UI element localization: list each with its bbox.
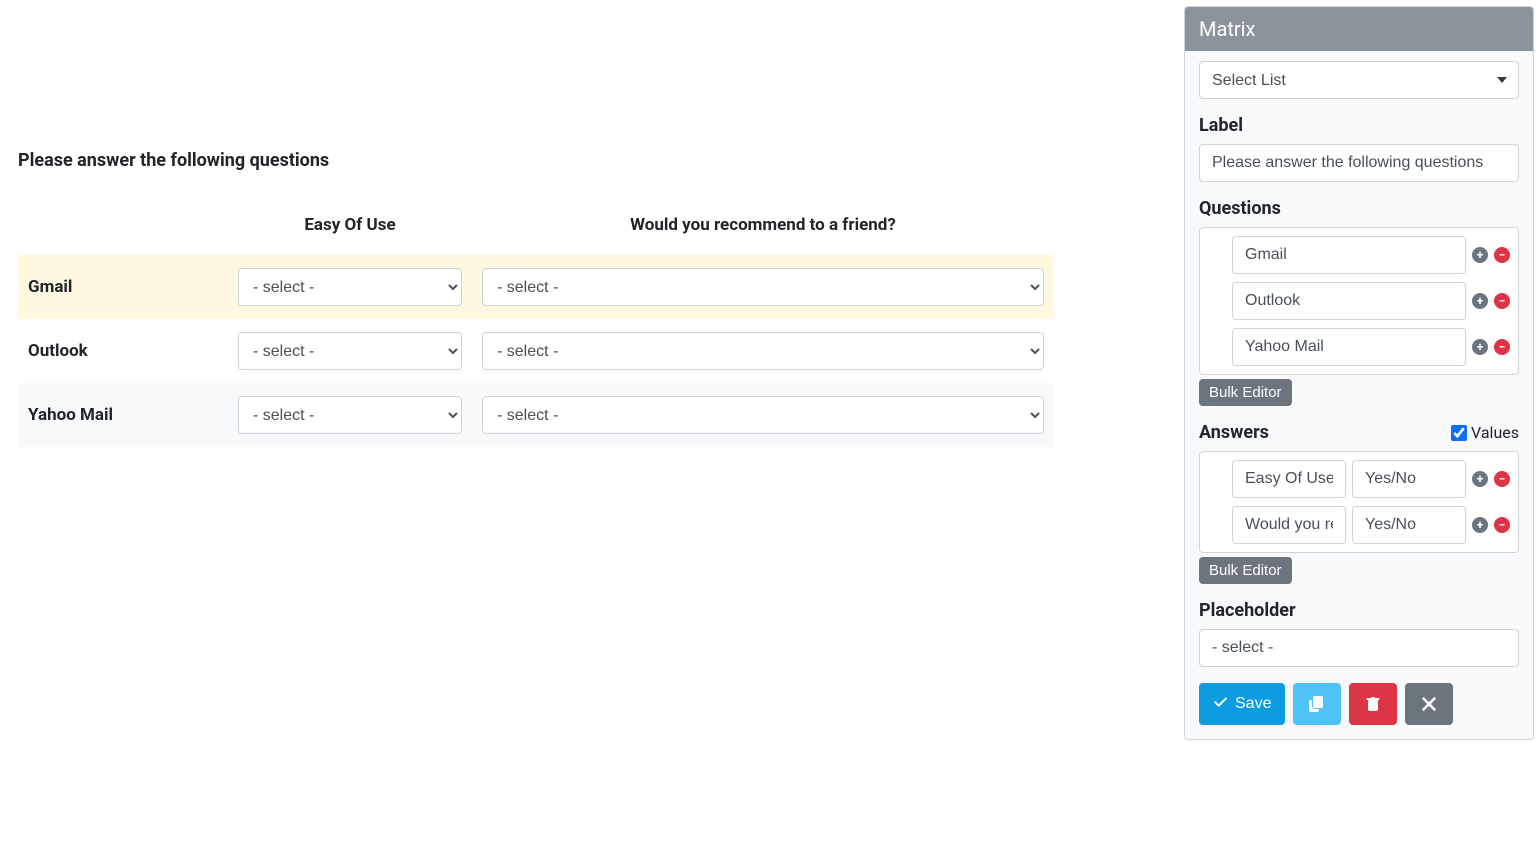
remove-icon[interactable]: − (1494, 293, 1510, 309)
field-type-select[interactable]: Select List (1199, 61, 1519, 99)
matrix-row-label: Gmail (18, 255, 228, 319)
values-toggle[interactable]: Values (1451, 423, 1519, 442)
placeholder-heading: Placeholder (1199, 600, 1519, 621)
placeholder-input[interactable] (1199, 629, 1519, 667)
bulk-editor-button[interactable]: Bulk Editor (1199, 557, 1292, 584)
matrix-row: Outlook - select - - select - (18, 319, 1054, 383)
matrix-row-label: Yahoo Mail (18, 383, 228, 447)
matrix-row: Yahoo Mail - select - - select - (18, 383, 1054, 447)
label-section: Label (1199, 115, 1519, 182)
properties-panel: Matrix Select List Label Questions + − + (1184, 6, 1534, 740)
save-button[interactable]: Save (1199, 683, 1285, 725)
copy-icon (1309, 696, 1325, 712)
matrix-corner-cell (18, 203, 228, 255)
question-input[interactable] (1232, 328, 1466, 366)
answer-value-input[interactable] (1352, 506, 1466, 544)
add-icon[interactable]: + (1472, 247, 1488, 263)
matrix-column-header: Would you recommend to a friend? (472, 203, 1054, 255)
question-input[interactable] (1232, 236, 1466, 274)
questions-heading: Questions (1199, 198, 1519, 219)
matrix-row: Gmail - select - - select - (18, 255, 1054, 319)
add-icon[interactable]: + (1472, 293, 1488, 309)
matrix-row-label: Outlook (18, 319, 228, 383)
panel-title: Matrix (1185, 7, 1533, 51)
delete-button[interactable] (1349, 683, 1397, 725)
add-icon[interactable]: + (1472, 339, 1488, 355)
remove-icon[interactable]: − (1494, 339, 1510, 355)
close-button[interactable] (1405, 683, 1453, 725)
matrix-select[interactable]: - select - (238, 332, 462, 370)
close-icon (1421, 696, 1437, 712)
matrix-table: Easy Of Use Would you recommend to a fri… (18, 203, 1054, 447)
matrix-select[interactable]: - select - (482, 332, 1044, 370)
duplicate-button[interactable] (1293, 683, 1341, 725)
save-button-label: Save (1235, 695, 1271, 713)
answers-heading: Answers Values (1199, 422, 1519, 443)
matrix-select[interactable]: - select - (482, 396, 1044, 434)
matrix-select[interactable]: - select - (238, 268, 462, 306)
matrix-select[interactable]: - select - (238, 396, 462, 434)
remove-icon[interactable]: − (1494, 471, 1510, 487)
trash-icon (1365, 696, 1381, 712)
answers-section: Answers Values + − (1199, 422, 1519, 584)
remove-icon[interactable]: − (1494, 517, 1510, 533)
question-row: + − (1232, 236, 1510, 274)
remove-icon[interactable]: − (1494, 247, 1510, 263)
matrix-preview: Please answer the following questions Ea… (0, 0, 1184, 863)
answer-row: + − (1232, 506, 1510, 544)
answer-label-input[interactable] (1232, 460, 1346, 498)
label-heading: Label (1199, 115, 1519, 136)
answers-heading-text: Answers (1199, 422, 1269, 443)
matrix-column-header: Easy Of Use (228, 203, 472, 255)
values-checkbox[interactable] (1451, 425, 1467, 441)
label-input[interactable] (1199, 144, 1519, 182)
answer-label-input[interactable] (1232, 506, 1346, 544)
add-icon[interactable]: + (1472, 517, 1488, 533)
question-row: + − (1232, 328, 1510, 366)
answer-value-input[interactable] (1352, 460, 1466, 498)
answer-row: + − (1232, 460, 1510, 498)
check-icon (1213, 696, 1229, 712)
values-checkbox-label: Values (1471, 423, 1519, 442)
bulk-editor-button[interactable]: Bulk Editor (1199, 379, 1292, 406)
add-icon[interactable]: + (1472, 471, 1488, 487)
question-row: + − (1232, 282, 1510, 320)
matrix-select[interactable]: - select - (482, 268, 1044, 306)
question-input[interactable] (1232, 282, 1466, 320)
placeholder-section: Placeholder (1199, 600, 1519, 667)
questions-section: Questions + − + − + − Bulk Editor (1199, 198, 1519, 406)
field-type-select-wrap: Select List (1199, 61, 1519, 99)
footer-buttons: Save (1199, 683, 1519, 725)
matrix-label: Please answer the following questions (18, 150, 1184, 171)
